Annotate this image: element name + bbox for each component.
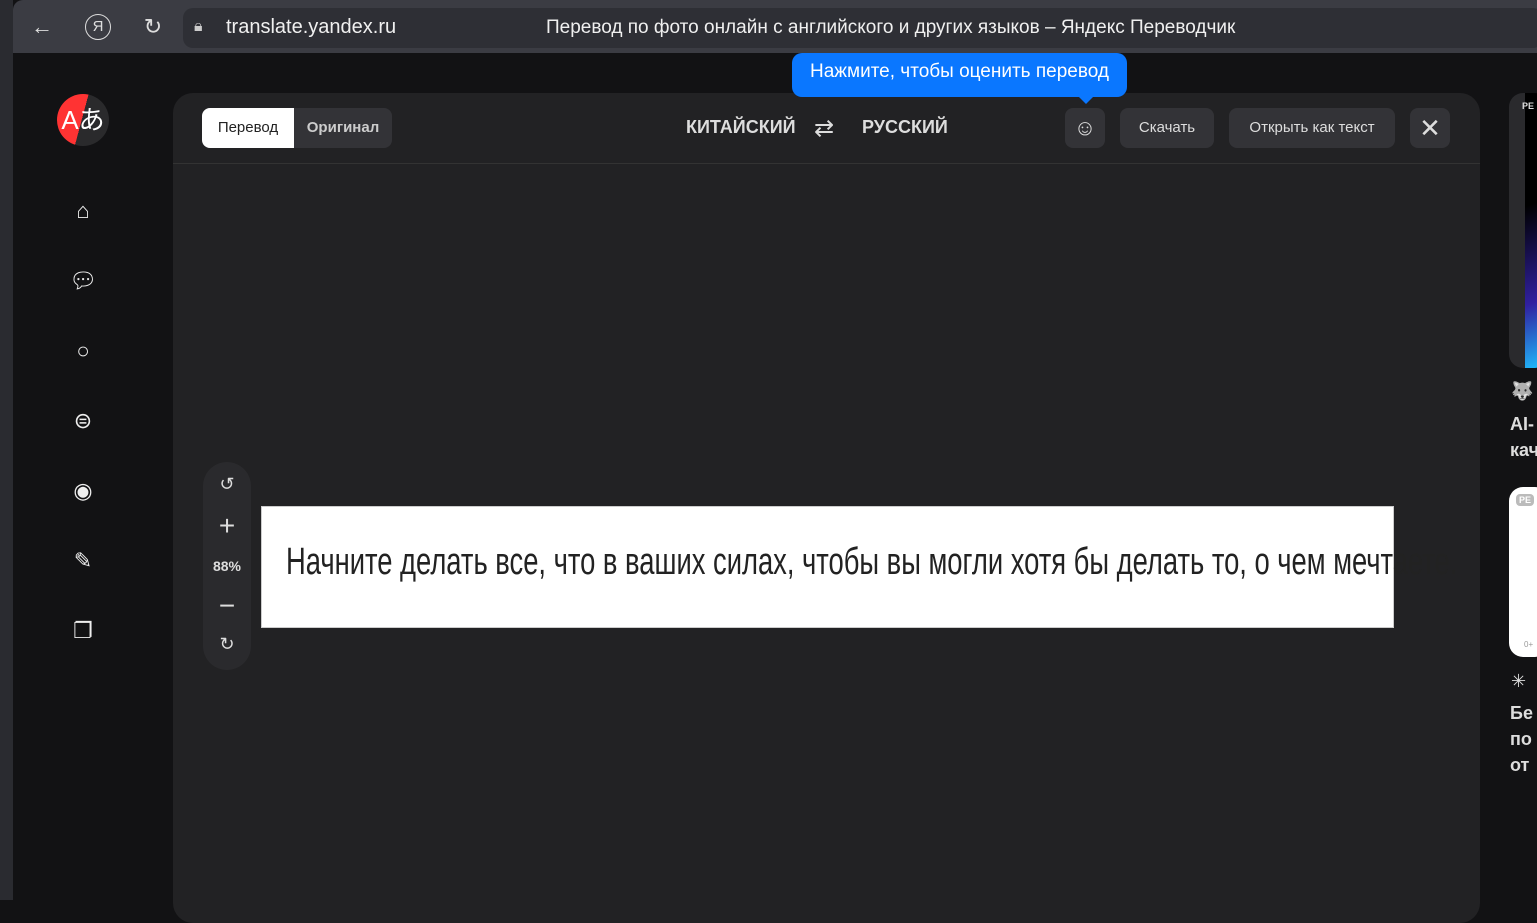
close-icon[interactable]: ✕ <box>1410 108 1450 148</box>
ad-card-2[interactable] <box>1509 487 1537 657</box>
download-button[interactable]: Скачать <box>1120 108 1214 148</box>
ad-source-icon: ✳ <box>1511 671 1527 691</box>
ad-badge: РЕ <box>1516 494 1535 506</box>
view-mode-switch: Перевод Оригинал <box>202 108 392 148</box>
yandex-icon[interactable]: Я <box>85 14 111 40</box>
window-edge <box>0 0 13 900</box>
zoom-level: 88% <box>212 558 242 574</box>
url-text[interactable]: translate.yandex.ru <box>226 16 396 39</box>
edit-icon[interactable]: ✎ <box>68 546 98 576</box>
zoom-in-icon[interactable]: + <box>203 510 251 542</box>
ad-badge: РЕ <box>1522 101 1535 111</box>
dialog-icon[interactable]: ○ <box>68 336 98 366</box>
ad-age: 0+ <box>1524 640 1534 649</box>
ad-card-1[interactable] <box>1509 93 1537 368</box>
tooltip-arrow <box>1078 96 1094 104</box>
rate-tooltip: Нажмите, чтобы оценить перевод <box>792 53 1127 97</box>
rotate-right-icon[interactable]: ↻ <box>203 634 251 655</box>
target-language[interactable]: РУССКИЙ <box>862 117 948 138</box>
page-title: Перевод по фото онлайн с английского и д… <box>546 17 1236 38</box>
translator-logo[interactable]: Aあ <box>57 94 109 146</box>
tab-original[interactable]: Оригинал <box>294 108 392 148</box>
lock-icon: 🔒︎ <box>194 18 203 35</box>
source-language[interactable]: КИТАЙСКИЙ <box>686 117 796 138</box>
translated-image: Начните делать все, что в ваших силах, ч… <box>261 506 1457 628</box>
rotate-left-icon[interactable]: ↺ <box>203 474 251 495</box>
zoom-out-icon[interactable]: − <box>203 590 251 622</box>
zoom-controls: ↺ + 88% − ↻ <box>203 462 251 670</box>
translated-image-text: Начните делать все, что в ваших силах, ч… <box>286 541 1458 583</box>
tab-translation[interactable]: Перевод <box>202 108 294 148</box>
chat-icon[interactable]: 💬︎ <box>68 266 98 296</box>
ad-text[interactable]: AI- кач <box>1510 411 1537 463</box>
bookmarks-icon[interactable]: ❐ <box>68 616 98 646</box>
divider <box>173 163 1480 164</box>
text-icon[interactable]: ⊜ <box>68 406 98 436</box>
ad-source-icon: 🐺 <box>1511 381 1534 401</box>
back-icon[interactable]: ← <box>29 14 55 40</box>
swap-languages-icon[interactable]: ⇄ <box>814 114 834 143</box>
rate-translation-icon[interactable]: ☺ <box>1065 108 1105 148</box>
reload-icon[interactable]: ↻ <box>140 14 166 40</box>
open-as-text-button[interactable]: Открыть как текст <box>1229 108 1395 148</box>
ad-text[interactable]: Бе по от <box>1510 700 1533 778</box>
home-icon[interactable]: ⌂ <box>68 196 98 226</box>
camera-icon[interactable]: ◉ <box>68 476 98 506</box>
